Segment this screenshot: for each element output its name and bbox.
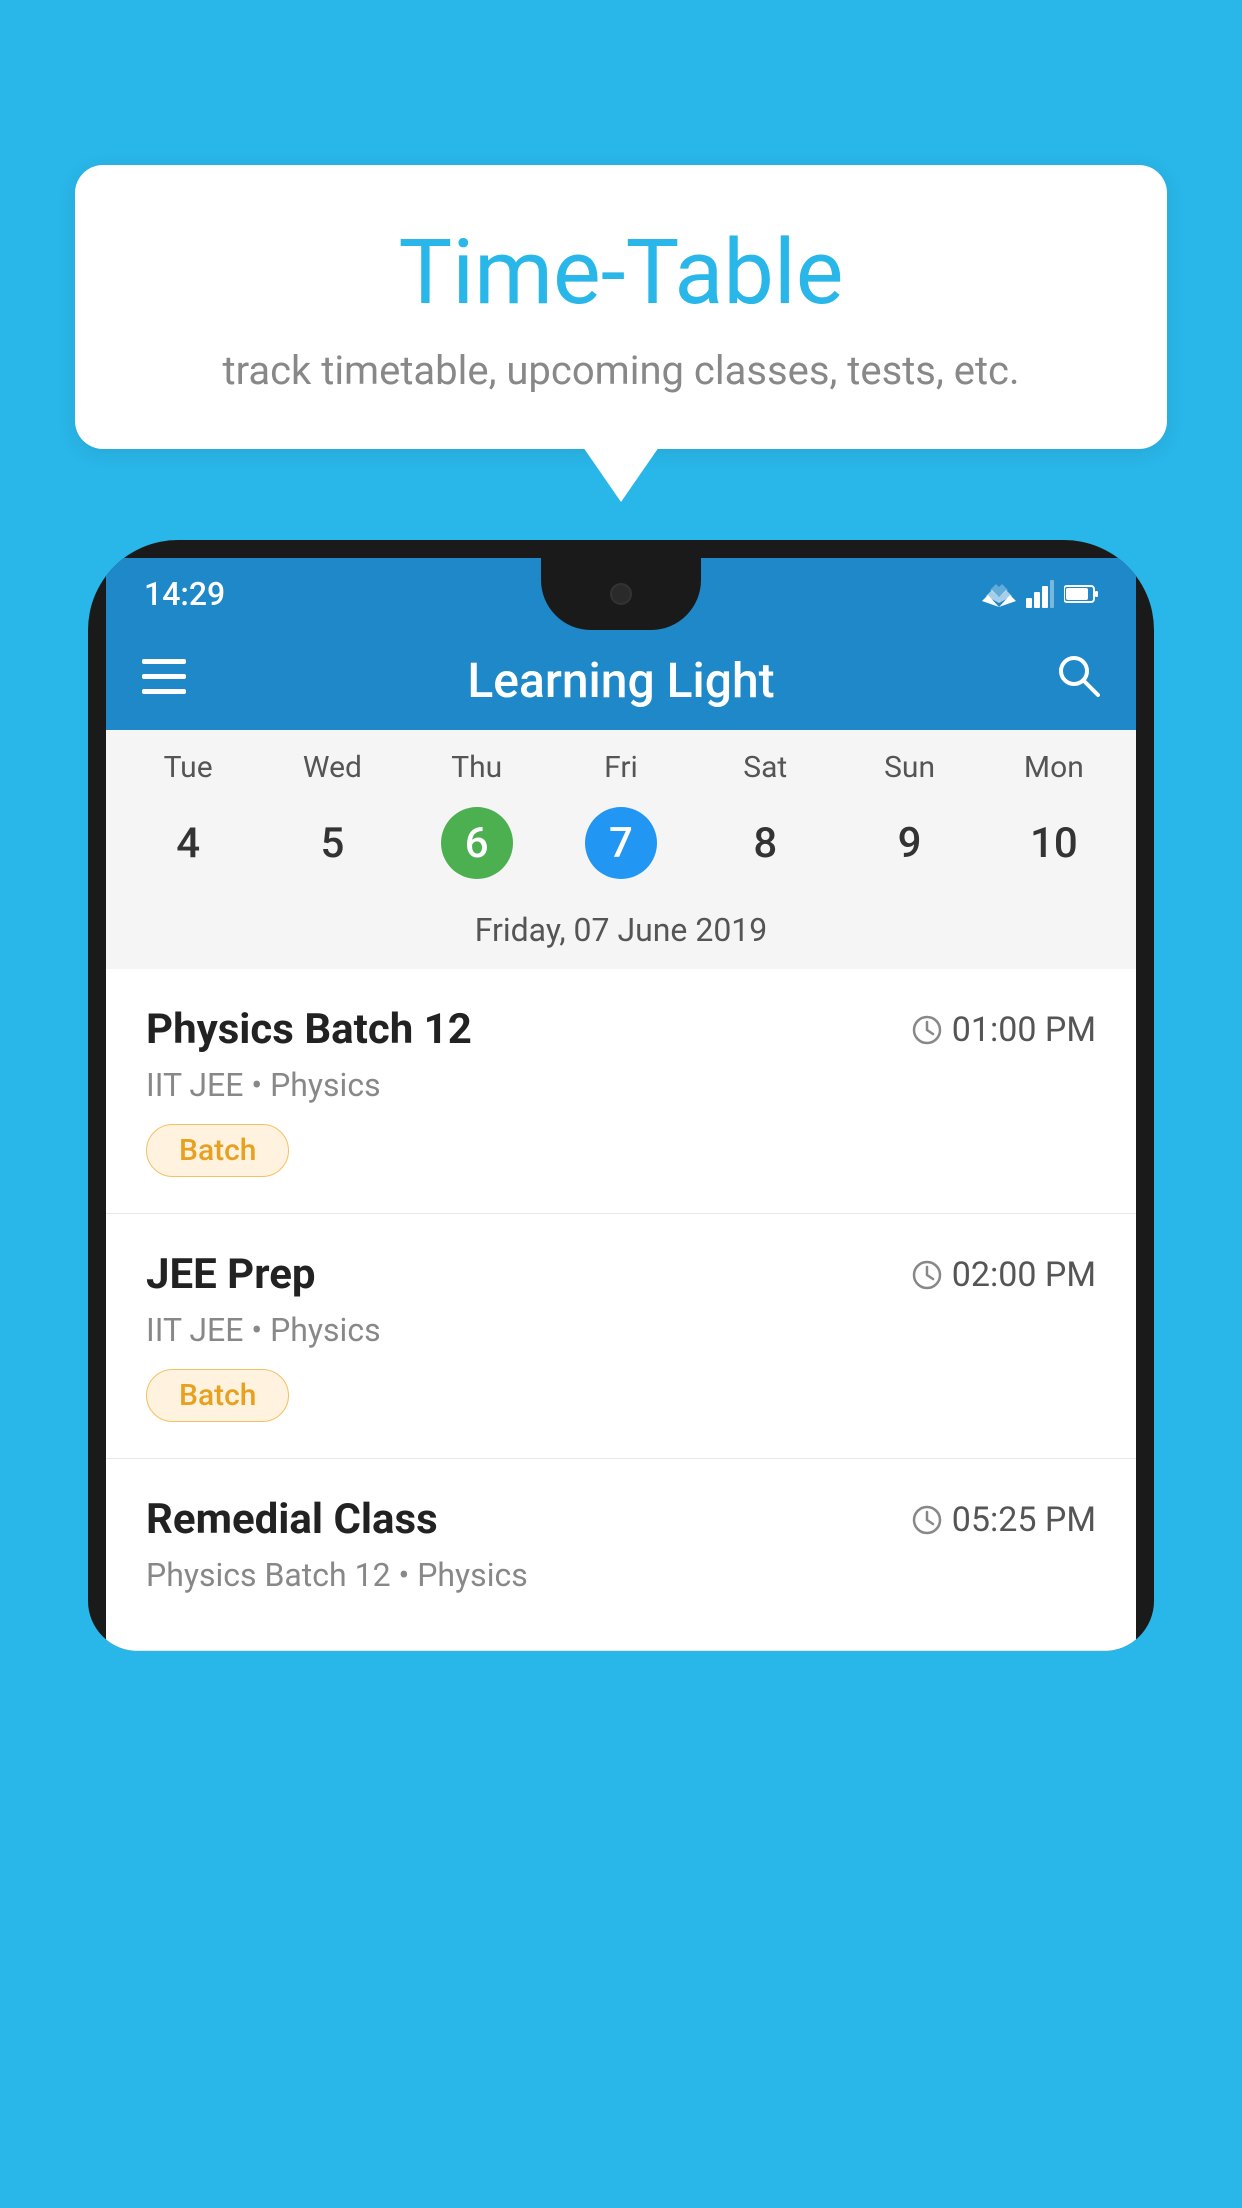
class-header-1: Physics Batch 12 01:00 PM <box>146 1005 1096 1054</box>
day-thu: Thu <box>405 750 549 785</box>
date-6[interactable]: 6 <box>405 797 549 889</box>
dates-row: 4 5 6 7 8 9 10 <box>106 793 1136 903</box>
speech-bubble-card: Time-Table track timetable, upcoming cla… <box>75 165 1167 449</box>
date-8[interactable]: 8 <box>693 797 837 889</box>
batch-tag-2: Batch <box>146 1369 289 1422</box>
date-10[interactable]: 10 <box>982 797 1126 889</box>
day-fri: Fri <box>549 750 693 785</box>
camera <box>610 583 632 605</box>
bubble-tail <box>583 447 659 502</box>
phone-body: 14:29 <box>88 540 1154 1651</box>
day-sun: Sun <box>837 750 981 785</box>
day-sat: Sat <box>693 750 837 785</box>
class-header-2: JEE Prep 02:00 PM <box>146 1250 1096 1299</box>
menu-icon[interactable] <box>142 658 186 702</box>
search-icon[interactable] <box>1056 653 1100 708</box>
date-7[interactable]: 7 <box>549 797 693 889</box>
speech-bubble-section: Time-Table track timetable, upcoming cla… <box>75 165 1167 502</box>
class-time-1: 01:00 PM <box>912 1010 1096 1050</box>
class-time-2: 02:00 PM <box>912 1255 1096 1295</box>
class-item-jee-prep[interactable]: JEE Prep 02:00 PM IIT JEE • Physics Batc… <box>106 1214 1136 1459</box>
app-title: Learning Light <box>467 652 774 709</box>
class-meta-2: IIT JEE • Physics <box>146 1311 1096 1349</box>
today-circle: 6 <box>441 807 513 879</box>
date-4[interactable]: 4 <box>116 797 260 889</box>
day-mon: Mon <box>982 750 1126 785</box>
class-header-3: Remedial Class 05:25 PM <box>146 1495 1096 1544</box>
page-subtitle: track timetable, upcoming classes, tests… <box>135 347 1107 394</box>
class-name-1: Physics Batch 12 <box>146 1005 472 1054</box>
battery-icon <box>1064 584 1098 604</box>
date-5[interactable]: 5 <box>260 797 404 889</box>
status-bar: 14:29 <box>106 558 1136 630</box>
calendar-section: Tue Wed Thu Fri Sat Sun Mon 4 5 6 7 8 9 … <box>106 730 1136 969</box>
wifi-icon <box>982 581 1016 607</box>
days-row: Tue Wed Thu Fri Sat Sun Mon <box>106 730 1136 793</box>
day-tue: Tue <box>116 750 260 785</box>
class-item-remedial[interactable]: Remedial Class 05:25 PM Physics Batch 12… <box>106 1459 1136 1651</box>
notch <box>541 558 701 630</box>
class-list: Physics Batch 12 01:00 PM IIT JEE • Phys… <box>106 969 1136 1651</box>
class-name-2: JEE Prep <box>146 1250 316 1299</box>
class-item-physics-batch[interactable]: Physics Batch 12 01:00 PM IIT JEE • Phys… <box>106 969 1136 1214</box>
batch-tag-1: Batch <box>146 1124 289 1177</box>
date-9[interactable]: 9 <box>837 797 981 889</box>
class-meta-3: Physics Batch 12 • Physics <box>146 1556 1096 1594</box>
class-time-3: 05:25 PM <box>912 1500 1096 1540</box>
status-icons <box>982 580 1098 608</box>
day-wed: Wed <box>260 750 404 785</box>
selected-date-label: Friday, 07 June 2019 <box>106 903 1136 969</box>
class-name-3: Remedial Class <box>146 1495 438 1544</box>
status-time: 14:29 <box>144 575 225 613</box>
clock-icon-3 <box>912 1505 942 1535</box>
page-title: Time-Table <box>135 220 1107 325</box>
app-bar: Learning Light <box>106 630 1136 730</box>
phone-mockup: 14:29 <box>88 540 1154 2208</box>
clock-icon-2 <box>912 1260 942 1290</box>
signal-icon <box>1026 580 1054 608</box>
selected-circle: 7 <box>585 807 657 879</box>
class-meta-1: IIT JEE • Physics <box>146 1066 1096 1104</box>
clock-icon-1 <box>912 1015 942 1045</box>
